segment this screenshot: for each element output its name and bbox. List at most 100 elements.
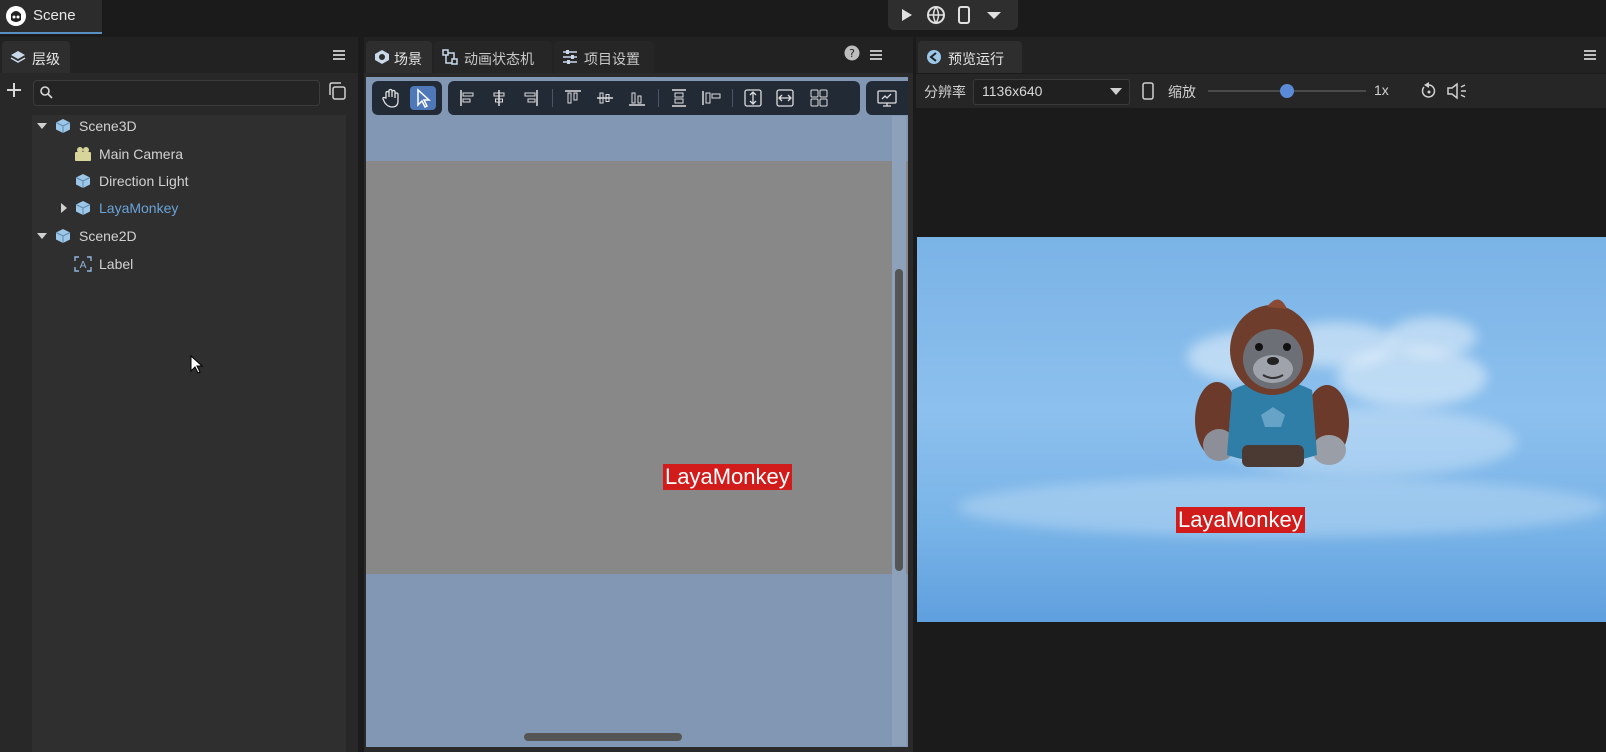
zoom-slider-fill (1208, 90, 1287, 92)
chevron-down-icon (1110, 88, 1122, 96)
tree-item-label-node[interactable]: A Label (34, 251, 334, 277)
horizontal-scrollbar[interactable] (524, 733, 682, 741)
tab-project-settings[interactable]: 项目设置 (554, 41, 654, 73)
hierarchy-search-input[interactable] (33, 80, 320, 106)
select-tool-icon[interactable] (410, 86, 436, 110)
tree-item-label: Scene2D (79, 228, 137, 244)
scene-icon (374, 49, 390, 65)
toolbar-divider (658, 89, 659, 107)
play-options-dropdown-icon[interactable] (982, 4, 1006, 26)
tree-item-direction-light[interactable]: Direction Light (34, 168, 334, 194)
layers-icon (10, 49, 26, 65)
tab-preview-label: 预览运行 (948, 51, 1004, 67)
cloud (1387, 317, 1477, 357)
cube-icon (74, 200, 92, 216)
view-toolbar (866, 81, 908, 115)
copy-icon[interactable] (327, 81, 347, 101)
align-left-icon[interactable] (454, 86, 480, 110)
tab-scene-label: 场景 (394, 51, 422, 67)
scene-menu-icon[interactable] (870, 50, 882, 60)
align-middle-icon[interactable] (592, 86, 618, 110)
help-icon[interactable]: ? (844, 45, 860, 61)
grid-layout-icon[interactable] (806, 86, 832, 110)
svg-text:A: A (80, 260, 87, 271)
align-right-icon[interactable] (518, 86, 544, 110)
scene-tab-label: Scene (33, 7, 76, 24)
screen-display-icon[interactable] (874, 86, 900, 110)
game-preview-view[interactable]: LayaMonkey (917, 237, 1606, 622)
device-orientation-icon[interactable] (1142, 82, 1154, 100)
tree-item-scene2d[interactable]: Scene2D (34, 223, 334, 249)
tab-preview-run[interactable]: 预览运行 (918, 41, 1022, 73)
mute-sound-icon[interactable] (1446, 81, 1472, 101)
tab-animation-state-machine[interactable]: 动画状态机 (434, 41, 552, 73)
state-machine-icon (442, 49, 458, 65)
tab-project-settings-label: 项目设置 (584, 51, 640, 67)
toolbar-divider (552, 89, 553, 107)
toolbar-divider (732, 89, 733, 107)
svg-text:?: ? (849, 47, 855, 60)
sliders-icon (562, 49, 578, 65)
search-icon (39, 85, 53, 99)
tab-animation-label: 动画状态机 (464, 51, 534, 67)
game-label-layamonkey: LayaMonkey (1176, 507, 1305, 533)
laya-logo-icon (6, 6, 26, 26)
resolution-value: 1136x640 (982, 83, 1043, 99)
vertical-scrollbar[interactable] (895, 269, 903, 571)
expand-arrow-icon[interactable] (36, 113, 48, 139)
tree-item-label: LayaMonkey (99, 200, 179, 216)
hierarchy-menu-icon[interactable] (333, 50, 345, 60)
scene-panel-header: 场景 动画状态机 项目设置 ? (364, 37, 913, 73)
tab-hierarchy[interactable]: 层级 (2, 41, 70, 73)
preview-run-icon (926, 49, 942, 65)
align-center-horizontal-icon[interactable] (486, 86, 512, 110)
tree-item-main-camera[interactable]: Main Camera (34, 141, 334, 167)
collapse-arrow-icon[interactable] (58, 195, 70, 221)
align-top-icon[interactable] (560, 86, 586, 110)
tab-hierarchy-label: 层级 (32, 51, 60, 67)
monkey-character-icon (1195, 299, 1349, 467)
play-controls (888, 0, 1018, 30)
scene-file-tab[interactable]: Scene (0, 0, 102, 34)
hand-tool-icon[interactable] (378, 86, 404, 110)
expand-arrow-icon[interactable] (36, 223, 48, 249)
zoom-label: 缩放 (1168, 84, 1196, 100)
fit-height-icon[interactable] (740, 86, 766, 110)
distribute-horizontal-icon[interactable] (698, 86, 724, 110)
tree-item-label: Scene3D (79, 118, 137, 134)
tree-item-label: Direction Light (99, 173, 189, 189)
preview-menu-icon[interactable] (1584, 50, 1596, 60)
mobile-preview-button[interactable] (952, 4, 976, 26)
play-button[interactable] (894, 4, 918, 26)
cube-icon (74, 173, 92, 189)
top-bar (0, 0, 1606, 34)
tree-item-scene3d[interactable]: Scene3D (34, 113, 334, 139)
tool-group (372, 81, 442, 115)
tree-item-layamonkey[interactable]: LayaMonkey (34, 195, 334, 221)
align-toolbar (448, 81, 860, 115)
tree-item-label: Main Camera (99, 146, 184, 162)
fit-width-icon[interactable] (772, 86, 798, 110)
zoom-slider-handle[interactable] (1280, 84, 1294, 98)
zoom-slider[interactable] (1208, 84, 1366, 98)
tree-item-label: Label (99, 256, 134, 272)
label-icon: A (74, 256, 92, 272)
camera-icon (74, 146, 92, 162)
hierarchy-header: 层级 (0, 37, 358, 73)
scene-label-layamonkey[interactable]: LayaMonkey (663, 464, 792, 490)
reset-rotate-icon[interactable] (1420, 82, 1438, 100)
cube-icon (54, 118, 72, 134)
resolution-select[interactable]: 1136x640 (973, 79, 1130, 105)
add-node-icon[interactable] (6, 82, 22, 98)
align-bottom-icon[interactable] (624, 86, 650, 110)
cloud (1337, 347, 1487, 407)
cube-icon (54, 228, 72, 244)
distribute-vertical-icon[interactable] (666, 86, 692, 110)
preview-header: 预览运行 (916, 37, 1606, 73)
scene-2d-canvas[interactable] (366, 161, 908, 574)
zoom-value: 1x (1374, 82, 1389, 98)
web-preview-button[interactable] (924, 4, 948, 26)
resolution-label: 分辨率 (924, 84, 966, 100)
tab-scene[interactable]: 场景 (366, 41, 432, 73)
mouse-cursor-icon (190, 355, 204, 375)
